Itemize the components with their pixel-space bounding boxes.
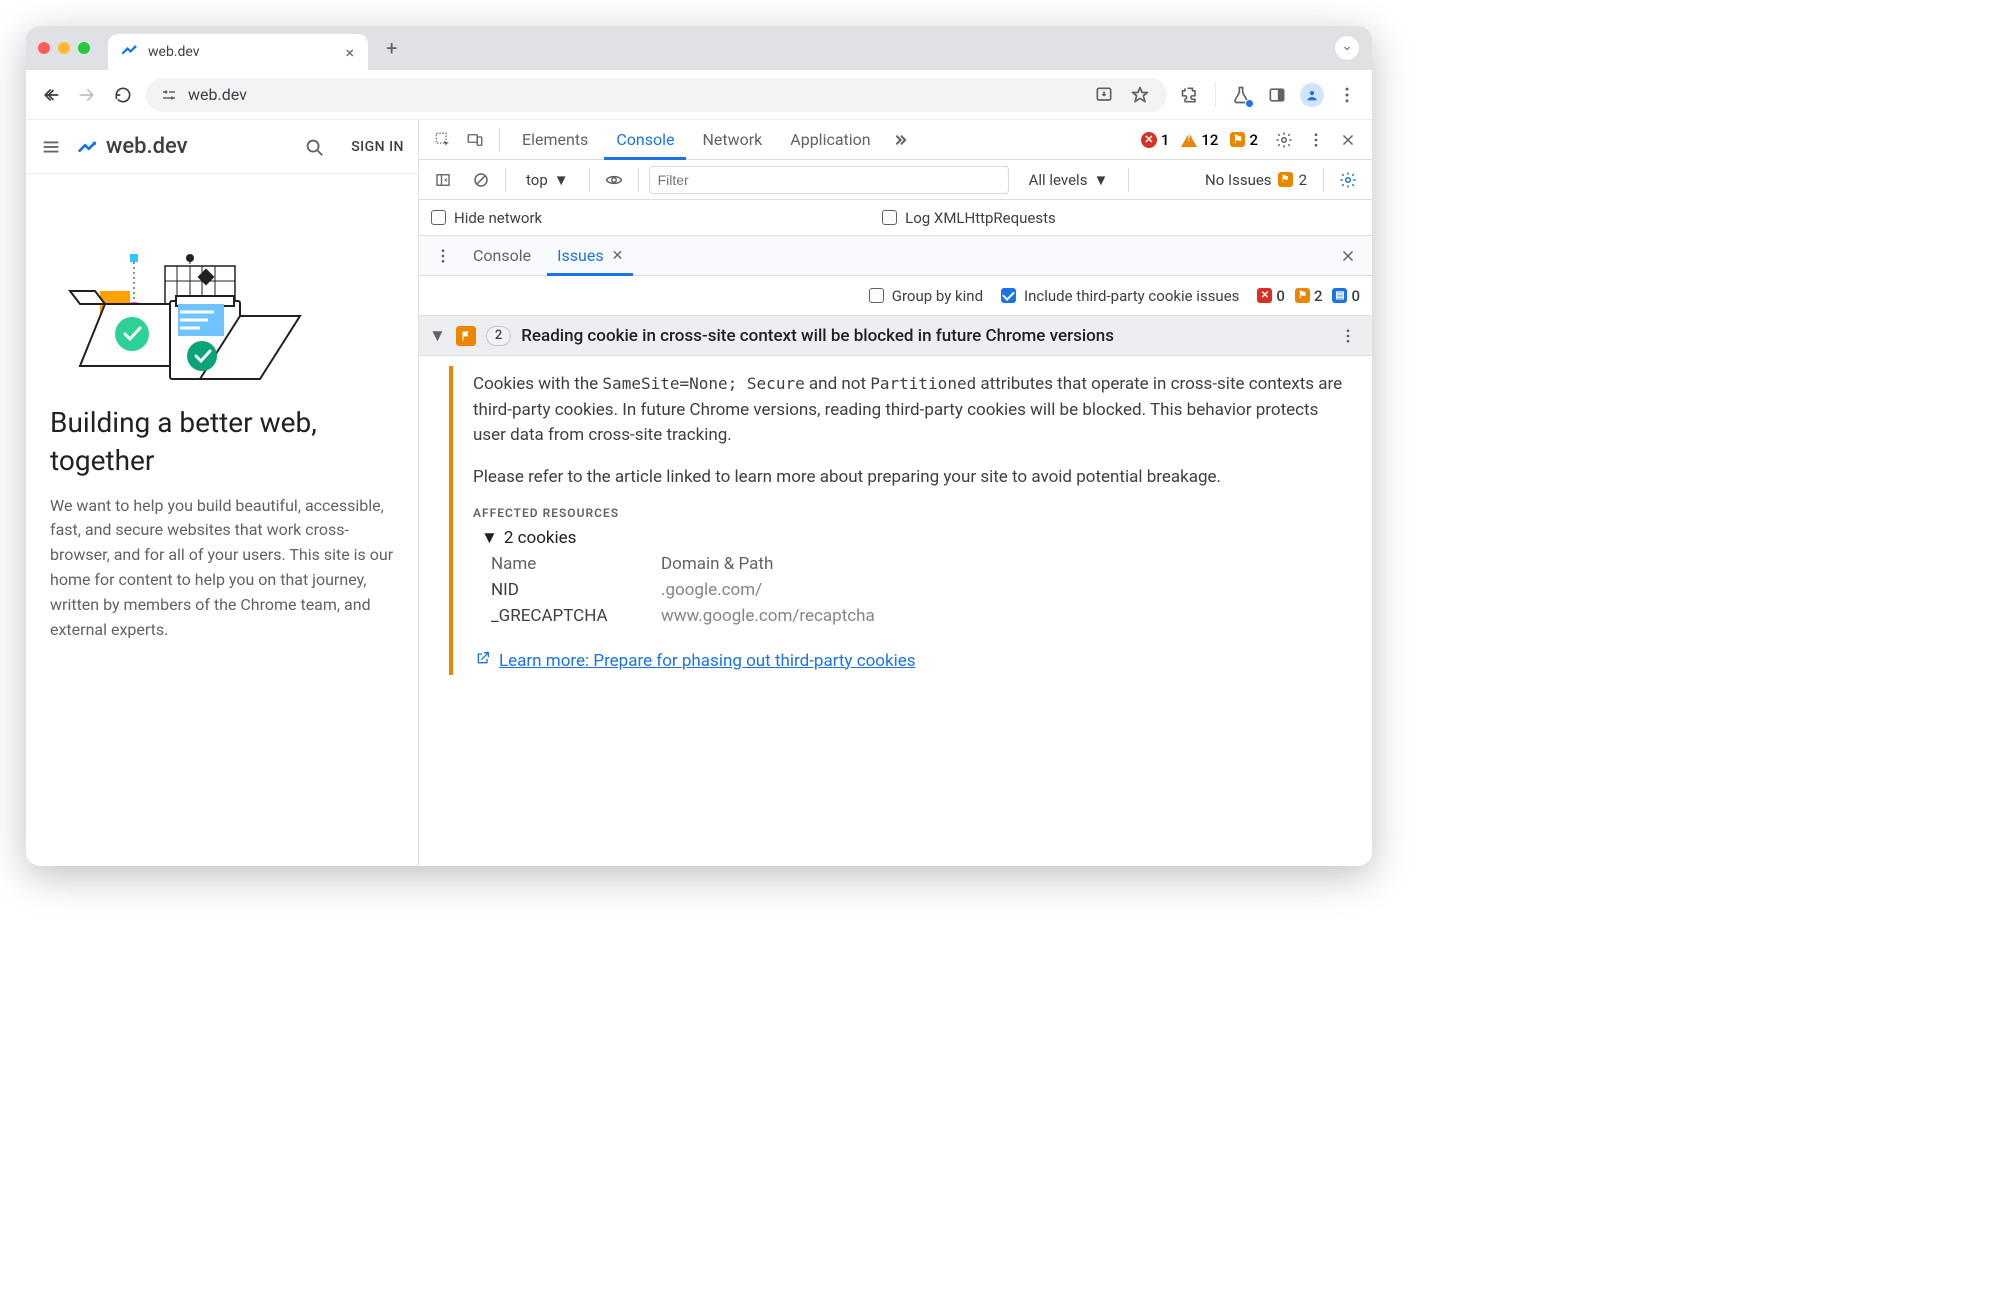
more-tabs-icon[interactable]: [887, 126, 915, 154]
issue-expand-toggle[interactable]: ▼: [429, 326, 446, 346]
hide-network-checkbox[interactable]: Hide network: [431, 209, 542, 227]
browser-menu-button[interactable]: [1334, 82, 1360, 108]
search-icon[interactable]: [303, 136, 325, 158]
hero-illustration: [26, 174, 418, 398]
issue-description-1: Cookies with the SameSite=None; Secure a…: [473, 372, 1346, 449]
group-by-kind-checkbox[interactable]: Group by kind: [869, 287, 983, 305]
side-panel-icon[interactable]: [1264, 82, 1290, 108]
tab-close-icon[interactable]: ×: [345, 43, 354, 62]
console-filter-input[interactable]: [649, 166, 1009, 194]
forward-button[interactable]: [74, 82, 100, 108]
clear-console-icon[interactable]: [467, 166, 495, 194]
url-text: web.dev: [188, 85, 247, 104]
profile-avatar[interactable]: [1300, 83, 1324, 107]
drawer-tab-console[interactable]: Console: [463, 236, 541, 276]
drawer-menu-icon[interactable]: [429, 242, 457, 270]
issue-description-2: Please refer to the article linked to le…: [473, 465, 1346, 491]
issue-menu-icon[interactable]: [1334, 322, 1362, 350]
device-toolbar-icon[interactable]: [461, 126, 489, 154]
page-title: Building a better web, together: [26, 398, 418, 484]
log-xhr-checkbox[interactable]: Log XMLHttpRequests: [882, 209, 1056, 227]
extensions-icon[interactable]: [1177, 82, 1203, 108]
console-settings-icon[interactable]: [1334, 166, 1362, 194]
tab-application[interactable]: Application: [778, 120, 882, 160]
improvements-badge: ▤0: [1332, 287, 1360, 305]
cookie-table-header: Name Domain & Path: [491, 554, 961, 574]
inspect-element-icon[interactable]: [429, 126, 457, 154]
tabs-dropdown-button[interactable]: [1334, 35, 1360, 61]
breaking-changes-badge: ⚑2: [1295, 287, 1323, 305]
bookmark-icon[interactable]: [1127, 82, 1153, 108]
reload-button[interactable]: [110, 82, 136, 108]
include-thirdparty-checkbox[interactable]: Include third-party cookie issues: [1001, 287, 1239, 305]
drawer-close-icon[interactable]: [1334, 242, 1362, 270]
menu-icon[interactable]: [40, 136, 62, 158]
tab-elements[interactable]: Elements: [510, 120, 600, 160]
live-expression-icon[interactable]: [600, 166, 628, 194]
tab-network[interactable]: Network: [690, 120, 774, 160]
execution-context-selector[interactable]: top▼: [516, 169, 579, 191]
favicon-webdev-icon: [120, 41, 138, 63]
drawer-tab-issues[interactable]: Issues ✕: [547, 236, 633, 276]
back-button[interactable]: [38, 82, 64, 108]
no-issues-indicator[interactable]: No Issues ⚑ 2: [1205, 171, 1307, 189]
devtools-close-icon[interactable]: [1334, 126, 1362, 154]
error-count[interactable]: ✕1: [1141, 131, 1170, 149]
brand-text: web.dev: [106, 134, 188, 159]
site-settings-icon[interactable]: [160, 86, 178, 104]
cookie-row[interactable]: _GRECAPTCHA www.google.com/recaptcha: [491, 606, 961, 626]
cookies-toggle[interactable]: ▼2 cookies: [481, 528, 1346, 548]
issue-title: Reading cookie in cross-site context wil…: [521, 326, 1114, 346]
devtools-settings-icon[interactable]: [1270, 126, 1298, 154]
maximize-window-icon[interactable]: [78, 42, 90, 54]
experiments-icon[interactable]: [1228, 82, 1254, 108]
close-window-icon[interactable]: [38, 42, 50, 54]
drawer-tab-close-icon[interactable]: ✕: [612, 248, 624, 264]
install-app-icon[interactable]: [1091, 82, 1117, 108]
cookie-row[interactable]: NID .google.com/: [491, 580, 961, 600]
tab-title: web.dev: [148, 44, 335, 60]
new-tab-button[interactable]: +: [378, 36, 405, 60]
page-description: We want to help you build beautiful, acc…: [26, 484, 418, 663]
warning-count[interactable]: 12: [1181, 131, 1218, 149]
issue-occurrence-count: 2: [486, 326, 511, 346]
log-levels-selector[interactable]: All levels▼: [1019, 169, 1119, 191]
minimize-window-icon[interactable]: [58, 42, 70, 54]
signin-button[interactable]: SIGN IN: [351, 139, 404, 155]
issue-count[interactable]: ⚑2: [1230, 131, 1258, 149]
browser-tab[interactable]: web.dev ×: [108, 34, 368, 70]
affected-resources-label: AFFECTED RESOURCES: [473, 506, 1346, 520]
warning-flag-icon: [456, 326, 476, 346]
address-bar[interactable]: web.dev: [146, 78, 1167, 112]
console-sidebar-toggle-icon[interactable]: [429, 166, 457, 194]
window-controls[interactable]: [38, 42, 90, 54]
page-errors-badge: ✕0: [1257, 287, 1285, 305]
devtools-menu-icon[interactable]: [1302, 126, 1330, 154]
external-link-icon: [475, 650, 491, 671]
tab-console[interactable]: Console: [604, 120, 686, 160]
learn-more-link[interactable]: Learn more: Prepare for phasing out thir…: [499, 651, 916, 671]
brand-logo[interactable]: web.dev: [76, 134, 188, 159]
